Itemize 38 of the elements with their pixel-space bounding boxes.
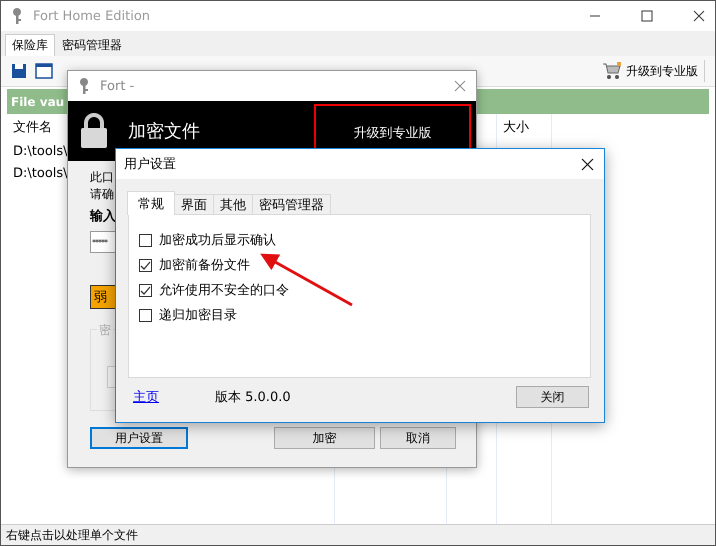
window-title: Fort Home Edition xyxy=(33,8,150,24)
tab[interactable]: 保险库 xyxy=(5,34,55,56)
check-icon xyxy=(140,260,151,270)
header-title: 加密文件 xyxy=(128,120,200,143)
option-checkbox[interactable]: 加密前备份文件 xyxy=(139,256,580,274)
option-checkbox[interactable]: 递归加密目录 xyxy=(139,306,580,324)
tab[interactable]: 界面 xyxy=(174,194,214,214)
file-path: D:\tools\ xyxy=(13,166,68,180)
file-path: D:\tools\ xyxy=(13,144,68,158)
upgrade-button[interactable]: 升级到专业版 xyxy=(596,60,705,82)
status-text: 右键点击以处理单个文件 xyxy=(6,526,138,544)
close-icon[interactable] xyxy=(581,158,594,170)
dialog-title: 用户设置 xyxy=(124,156,176,173)
tab[interactable]: 密码管理器 xyxy=(252,194,331,214)
close-icon[interactable] xyxy=(693,10,705,22)
window-title: Fort - xyxy=(100,78,134,94)
padlock-icon xyxy=(80,113,108,149)
dialog-button[interactable]: 加密 xyxy=(274,427,375,449)
option-checkbox[interactable]: 允许使用不安全的口令 xyxy=(139,281,580,299)
save-icon[interactable] xyxy=(11,63,27,79)
column-header[interactable]: 文件名 xyxy=(13,118,52,136)
column-header[interactable]: 大小 xyxy=(503,118,529,136)
instruction-text: 此口 xyxy=(90,169,114,186)
tab[interactable]: 其他 xyxy=(213,194,253,214)
tab[interactable]: 常规 xyxy=(127,191,175,215)
home-link[interactable]: 主页 xyxy=(133,388,159,406)
window-icon[interactable] xyxy=(35,63,53,79)
dialog-button[interactable]: 取消 xyxy=(380,427,456,449)
version-text: 版本 5.0.0.0 xyxy=(215,389,291,406)
check-icon xyxy=(140,284,151,296)
vault-title: File vau xyxy=(11,94,64,108)
password-label: 输入 xyxy=(90,208,116,225)
option-checkbox[interactable]: 加密成功后显示确认 xyxy=(139,231,580,249)
maximize-icon[interactable] xyxy=(641,10,653,22)
close-button[interactable]: 关闭 xyxy=(516,386,589,408)
instruction-text: 请确 xyxy=(90,186,114,203)
dialog-button[interactable]: 用户设置 xyxy=(90,427,188,449)
cart-icon xyxy=(602,62,622,80)
